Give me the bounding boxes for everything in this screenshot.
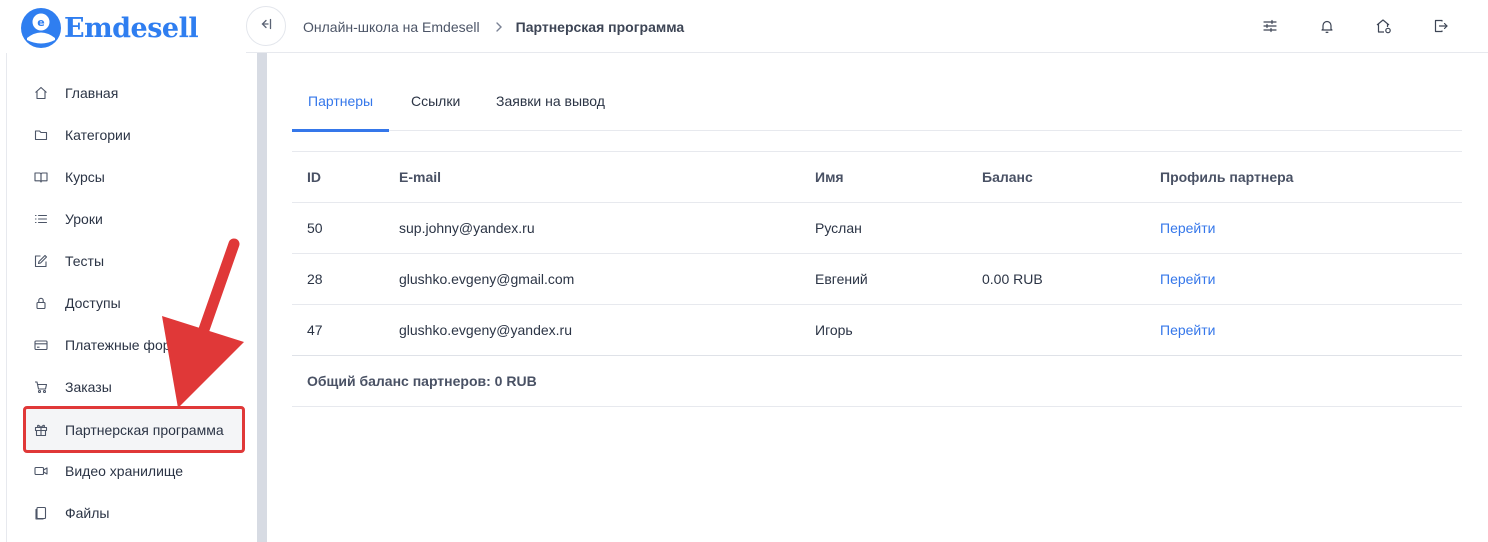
partner-profile-link[interactable]: Перейти [1160,305,1215,355]
chevron-right-icon [488,21,510,33]
cell-email: sup.johny@yandex.ru [399,220,535,236]
logo-text: Emdesell [64,12,199,44]
folder-icon [33,127,49,143]
partner-profile-link[interactable]: Перейти [1160,203,1215,253]
sidebar-item-payment-forms[interactable]: Платежные формы [23,324,245,366]
cell-id: 47 [307,322,323,338]
sidebar-item-label: Файлы [65,505,110,521]
column-header-name[interactable]: Имя [815,152,844,202]
sidebar-item-home[interactable]: Главная [23,72,245,114]
tabs-bar: Партнеры Ссылки Заявки на вывод [292,72,1462,132]
tab-withdrawal-requests[interactable]: Заявки на вывод [480,72,621,130]
column-header-profile[interactable]: Профиль партнера [1160,152,1293,202]
table-row: 50 sup.johny@yandex.ru Руслан Перейти [292,202,1462,253]
sidebar: Главная Категории Курсы Уроки Тесты Дост… [6,53,267,542]
sidebar-item-label: Уроки [65,211,103,227]
gift-icon [33,422,49,438]
svg-text:e: e [37,16,44,29]
collapse-sidebar-button[interactable] [246,6,286,46]
partners-table: ID E-mail Имя Баланс Профиль партнера 50… [292,151,1462,407]
credit-card-icon [33,337,49,353]
sidebar-item-categories[interactable]: Категории [23,114,245,156]
sidebar-item-files[interactable]: Файлы [23,492,245,534]
cell-id: 28 [307,271,323,287]
active-tab-indicator [292,129,390,132]
edit-icon [33,253,49,269]
logo-mark-icon: e [20,7,62,49]
sidebar-item-courses[interactable]: Курсы [23,156,245,198]
sidebar-item-access[interactable]: Доступы [23,282,245,324]
column-header-balance[interactable]: Баланс [982,152,1033,202]
cell-email: glushko.evgeny@gmail.com [399,271,575,287]
cell-id: 50 [307,220,323,236]
cell-name: Игорь [815,322,853,338]
tab-label: Заявки на вывод [496,93,605,109]
sidebar-item-label: Главная [65,85,119,101]
cart-icon [33,379,49,395]
table-row: 28 glushko.evgeny@gmail.com Евгений 0.00… [292,253,1462,304]
bell-icon[interactable] [1317,16,1337,36]
logo[interactable]: e Emdesell [20,7,199,49]
tab-partners[interactable]: Партнеры [292,72,390,132]
sidebar-item-label: Доступы [65,295,121,311]
sidebar-item-lessons[interactable]: Уроки [23,198,245,240]
sidebar-item-label: Курсы [65,169,105,185]
collapse-sidebar-icon [260,17,272,35]
breadcrumb: Онлайн-школа на Emdesell Партнерская про… [303,0,684,53]
breadcrumb-school-link[interactable]: Онлайн-школа на Emdesell [303,19,480,35]
tab-label: Партнеры [308,93,374,109]
table-row: 47 glushko.evgeny@yandex.ru Игорь Перейт… [292,304,1462,355]
logout-icon[interactable] [1431,16,1451,36]
breadcrumb-current: Партнерская программа [515,18,685,35]
sidebar-item-label: Тесты [65,253,105,269]
sidebar-item-label: Заказы [65,379,112,395]
cell-email: glushko.evgeny@yandex.ru [399,322,572,338]
settings-sliders-icon[interactable] [1260,16,1280,36]
cell-name: Евгений [815,271,868,287]
sidebar-item-label: Категории [65,127,131,143]
book-icon [33,169,49,185]
column-header-id[interactable]: ID [307,152,321,202]
tab-label: Ссылки [411,93,461,109]
sidebar-item-video-storage[interactable]: Видео хранилище [23,450,245,492]
home-settings-icon[interactable] [1374,16,1394,36]
home-icon [33,85,49,101]
lock-icon [33,295,49,311]
cell-name: Руслан [815,220,862,236]
sidebar-scrollbar[interactable] [257,53,267,542]
sidebar-item-label: Видео хранилище [65,463,184,479]
partner-profile-link[interactable]: Перейти [1160,254,1215,304]
table-header-row: ID E-mail Имя Баланс Профиль партнера [292,151,1462,202]
file-icon [33,505,49,521]
app-root: e Emdesell Онлайн-школа на Emdesell Парт… [0,0,1488,542]
tab-links[interactable]: Ссылки [395,72,476,130]
sidebar-item-partner-program[interactable]: Партнерская программа [23,406,245,453]
list-icon [33,211,49,227]
sidebar-item-label: Платежные формы [65,337,191,353]
top-header: Онлайн-школа на Emdesell Партнерская про… [246,0,1488,53]
sidebar-item-label: Партнерская программа [65,421,224,438]
video-icon [33,463,49,479]
sidebar-item-tests[interactable]: Тесты [23,240,245,282]
column-header-email[interactable]: E-mail [399,152,441,202]
cell-balance: 0.00 RUB [982,271,1043,287]
total-balance: Общий баланс партнеров: 0 RUB [292,355,1462,407]
sidebar-item-orders[interactable]: Заказы [23,366,245,408]
